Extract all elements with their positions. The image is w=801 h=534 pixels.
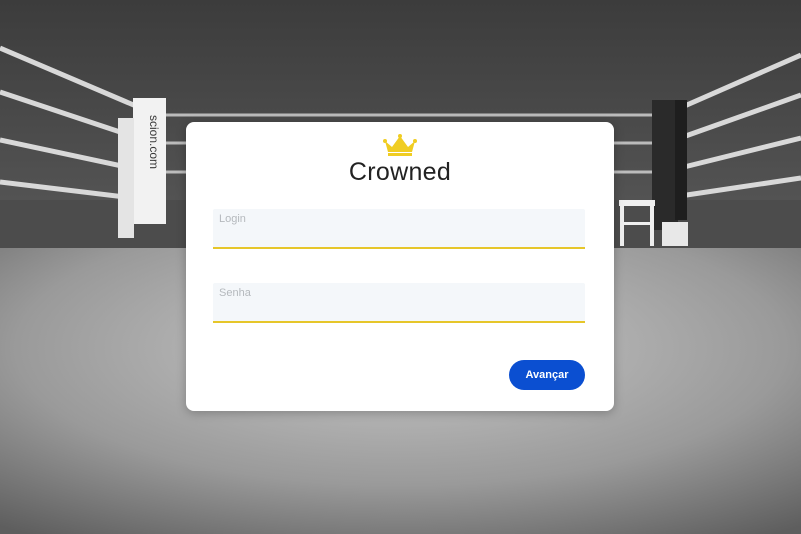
next-button[interactable]: Avançar	[509, 360, 585, 390]
password-field[interactable]: Senha	[213, 283, 585, 323]
password-input[interactable]	[219, 301, 579, 321]
login-field[interactable]: Login	[213, 209, 585, 249]
login-field-label: Login	[219, 213, 246, 225]
login-card: Crowned Login Senha Avançar	[186, 122, 614, 411]
password-field-label: Senha	[219, 287, 251, 299]
crown-icon	[383, 134, 417, 156]
login-page: scion.com Crowned Login Senha Avançar	[0, 0, 801, 534]
svg-text:scion.com: scion.com	[147, 115, 161, 169]
brand-name: Crowned	[348, 158, 452, 186]
login-input[interactable]	[219, 227, 579, 247]
